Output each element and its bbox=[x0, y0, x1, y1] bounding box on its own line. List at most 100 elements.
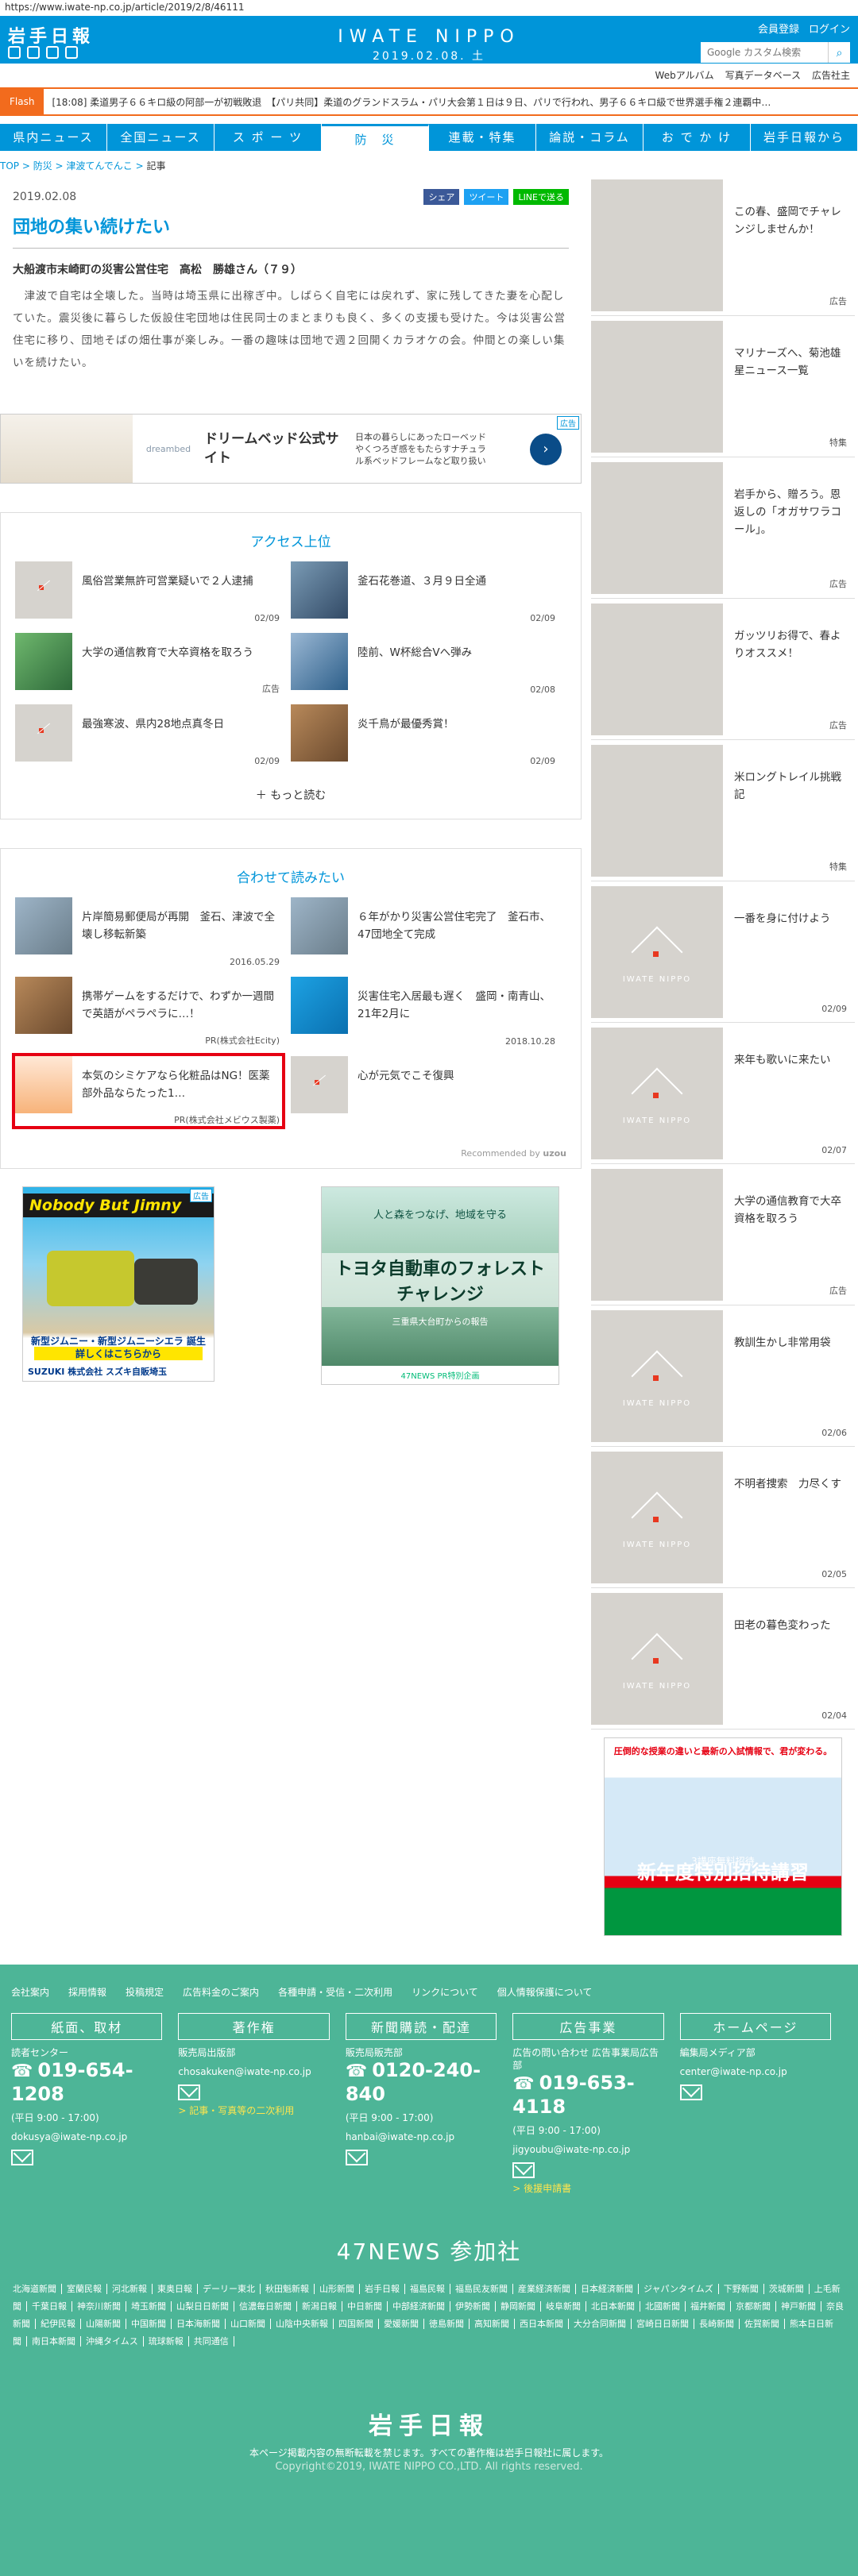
paper-link[interactable]: 西日本新聞 bbox=[520, 2319, 569, 2329]
url-bar[interactable]: https://www.iwate-np.co.jp/article/2019/… bbox=[0, 0, 858, 16]
member-link[interactable]: 会員登録 bbox=[758, 24, 799, 36]
list-item[interactable]: 陸前、W杯総合Vへ弾み 02/08 bbox=[291, 633, 566, 704]
paper-link[interactable]: 新潟日報 bbox=[302, 2301, 342, 2312]
paper-link[interactable]: 岐阜新聞 bbox=[546, 2301, 586, 2312]
mail-icon[interactable] bbox=[512, 2162, 535, 2178]
site-logo[interactable]: 岩手日報 bbox=[8, 22, 94, 48]
paper-link[interactable]: 北日本新聞 bbox=[591, 2301, 640, 2312]
paper-link[interactable]: 共同通信 bbox=[193, 2336, 234, 2347]
search-icon[interactable]: ⌕ bbox=[828, 42, 850, 63]
paper-link[interactable]: 北海道新聞 bbox=[13, 2284, 62, 2294]
jimny-cta-button[interactable]: 詳しくはこちらから bbox=[34, 1347, 203, 1360]
paper-link[interactable]: 大分合同新聞 bbox=[574, 2319, 632, 2329]
nav-item[interactable]: 岩手日報から bbox=[751, 124, 858, 151]
paper-link[interactable]: デーリー東北 bbox=[203, 2284, 261, 2294]
paper-link[interactable]: 千葉日報 bbox=[32, 2301, 72, 2312]
phone-number[interactable]: 019-653-4118 bbox=[512, 2072, 663, 2118]
login-link[interactable]: ログイン bbox=[809, 24, 850, 36]
line-icon[interactable] bbox=[46, 46, 59, 59]
tweet-button[interactable]: ツイート bbox=[464, 189, 509, 205]
crumb-link[interactable]: 防災 bbox=[33, 160, 52, 172]
mail-icon[interactable] bbox=[345, 2150, 368, 2165]
paper-link[interactable]: 日本経済新聞 bbox=[581, 2284, 639, 2294]
nav-item-active[interactable]: 防 災 bbox=[322, 124, 429, 151]
sidebar-item[interactable]: 一番を身に付けよう 02/09 bbox=[591, 886, 855, 1023]
sidebar-item[interactable]: 米ロングトレイル挑戦記 特集 bbox=[591, 745, 855, 881]
sidebar-item[interactable]: 田老の暮色変わった 02/04 bbox=[591, 1593, 855, 1730]
footer-link[interactable]: 広告料金のご案内 bbox=[183, 1985, 259, 1999]
paper-link[interactable]: 産業経済新聞 bbox=[518, 2284, 576, 2294]
nav-item[interactable]: お で か け bbox=[644, 124, 751, 151]
paper-link[interactable]: 岩手日報 bbox=[365, 2284, 405, 2294]
search-input[interactable] bbox=[701, 42, 828, 63]
nav-item[interactable]: 全国ニュース bbox=[107, 124, 214, 151]
footer-link[interactable]: 個人情報保護について bbox=[497, 1985, 593, 1999]
twitter-icon[interactable] bbox=[8, 46, 21, 59]
paper-link[interactable]: 信濃毎日新聞 bbox=[239, 2301, 297, 2312]
sidebar-item[interactable]: 教訓生かし非常用袋 02/06 bbox=[591, 1310, 855, 1447]
nav-item[interactable]: 県内ニュース bbox=[0, 124, 107, 151]
paper-link[interactable]: 四国新聞 bbox=[338, 2319, 379, 2329]
sidebar-item[interactable]: この春、盛岡でチャレンジしませんか！ 広告 bbox=[591, 179, 855, 316]
mail-icon[interactable] bbox=[11, 2150, 33, 2165]
phone-number[interactable]: 019-654-1208 bbox=[11, 2059, 162, 2105]
footer-link[interactable]: 会社案内 bbox=[11, 1985, 49, 1999]
paper-link[interactable]: 長崎新聞 bbox=[699, 2319, 740, 2329]
sidebar-item[interactable]: 大学の通信教育で大卒資格を取ろう 広告 bbox=[591, 1169, 855, 1305]
footer-link[interactable]: リンクについて bbox=[412, 1985, 478, 1999]
paper-link[interactable]: 秋田魁新報 bbox=[265, 2284, 315, 2294]
instagram-icon[interactable] bbox=[65, 46, 78, 59]
paper-link[interactable]: 中部経済新聞 bbox=[392, 2301, 450, 2312]
list-item[interactable]: 風俗営業無許可営業疑いで２人逮捕 02/09 bbox=[15, 561, 291, 633]
paper-link[interactable]: 徳島新聞 bbox=[429, 2319, 470, 2329]
paper-link[interactable]: 日本海新聞 bbox=[176, 2319, 226, 2329]
paper-link[interactable]: 南日本新聞 bbox=[32, 2336, 81, 2347]
list-item-highlighted[interactable]: 本気のシミケアなら化粧品はNG！医薬部外品ならたった1… PR(株式会社メビウス製… bbox=[12, 1053, 291, 1136]
paper-link[interactable]: 福井新聞 bbox=[690, 2301, 731, 2312]
paper-link[interactable]: 愛媛新聞 bbox=[384, 2319, 424, 2329]
sidebar-item[interactable]: 岩手から、贈ろう。恩返しの「オガサワラコール」。 広告 bbox=[591, 462, 855, 599]
sidebar-item[interactable]: ガッツリお得で、春よりオススメ！ 広告 bbox=[591, 604, 855, 740]
crumb-link[interactable]: TOP bbox=[0, 160, 19, 172]
list-item[interactable]: 炎千鳥が最優秀賞！ 02/09 bbox=[291, 704, 566, 776]
paper-link[interactable]: 山梨日日新聞 bbox=[176, 2301, 234, 2312]
paper-link[interactable]: 山口新聞 bbox=[230, 2319, 271, 2329]
paper-link[interactable]: 東奥日報 bbox=[157, 2284, 198, 2294]
mail-icon[interactable] bbox=[679, 2084, 702, 2100]
col-mail[interactable]: dokusya@iwate-np.co.jp bbox=[11, 2131, 162, 2143]
flash-text[interactable]: [18:08] 柔道男子６６キロ級の阿部一が初戦敗退 【パリ共同】柔道のグランド… bbox=[44, 95, 838, 109]
sub-link[interactable]: 広告社主 bbox=[812, 70, 850, 81]
paper-link[interactable]: 中日新聞 bbox=[347, 2301, 388, 2312]
sidebar-item[interactable]: 不明者捜索 力尽くす 02/05 bbox=[591, 1452, 855, 1588]
paper-link[interactable]: 佐賀新聞 bbox=[744, 2319, 785, 2329]
sidebar-item[interactable]: マリナーズへ、菊池雄星ニュース一覧 特集 bbox=[591, 321, 855, 457]
col-mail[interactable]: center@iwate-np.co.jp bbox=[680, 2065, 831, 2078]
col-mail[interactable]: chosakuken@iwate-np.co.jp bbox=[178, 2065, 329, 2078]
list-item[interactable]: 片岸簡易郵便局が再開 釜石、津波で全壊し移転新築 2016.05.29 bbox=[15, 897, 291, 977]
paper-link[interactable]: 山形新聞 bbox=[319, 2284, 360, 2294]
ad-banner-bed[interactable]: dreambed ドリームベッド公式サイト 日本の暮らしにあったローベッドやくつ… bbox=[0, 414, 582, 484]
paper-link[interactable]: 神奈川新聞 bbox=[77, 2301, 126, 2312]
paper-link[interactable]: 室蘭民報 bbox=[67, 2284, 107, 2294]
paper-link[interactable]: 京都新聞 bbox=[736, 2301, 776, 2312]
read-more-button[interactable]: ＋ もっと読む bbox=[15, 776, 566, 809]
paper-link[interactable]: 中国新聞 bbox=[131, 2319, 172, 2329]
sponsor-link[interactable]: > 後援申請書 bbox=[512, 2181, 663, 2195]
paper-link[interactable]: 宮崎日日新聞 bbox=[636, 2319, 694, 2329]
chevron-right-icon[interactable]: › bbox=[530, 434, 562, 465]
list-item[interactable]: 心が元気でこそ復興 bbox=[291, 1056, 566, 1136]
paper-link[interactable]: 静岡新聞 bbox=[500, 2301, 541, 2312]
paper-link[interactable]: 山陰中央新報 bbox=[276, 2319, 334, 2329]
col-mail[interactable]: jigyoubu@iwate-np.co.jp bbox=[512, 2143, 663, 2156]
paper-link[interactable]: 福島民報 bbox=[410, 2284, 450, 2294]
col-mail[interactable]: hanbai@iwate-np.co.jp bbox=[346, 2131, 497, 2143]
paper-link[interactable]: 神戸新聞 bbox=[781, 2301, 821, 2312]
ad-jimny[interactable]: 広告 Nobody But Jimny 新型ジムニー・新型ジムニーシエラ 誕生 … bbox=[22, 1186, 214, 1382]
footer-logo[interactable]: 岩手日報 bbox=[0, 2406, 858, 2441]
list-item[interactable]: 最強寒波、県内28地点真冬日 02/09 bbox=[15, 704, 291, 776]
sub-link[interactable]: Webアルバム bbox=[655, 70, 714, 81]
list-item[interactable]: 大学の通信教育で大卒資格を取ろう 広告 bbox=[15, 633, 291, 704]
nav-item[interactable]: ス ポ ー ツ bbox=[214, 124, 322, 151]
paper-link[interactable]: 紀伊民報 bbox=[41, 2319, 81, 2329]
paper-link[interactable]: 伊勢新聞 bbox=[455, 2301, 496, 2312]
